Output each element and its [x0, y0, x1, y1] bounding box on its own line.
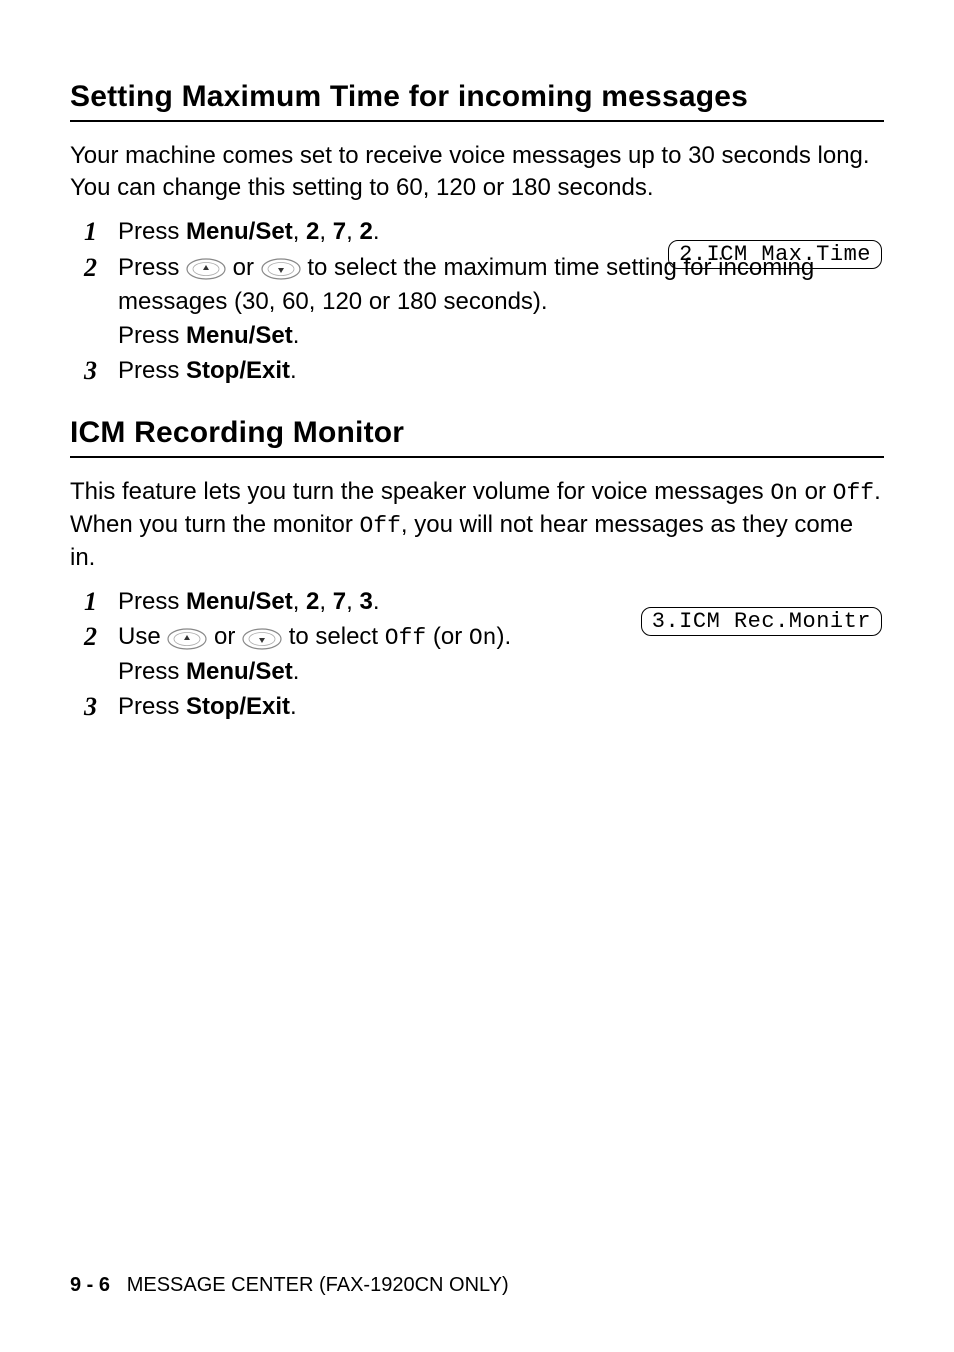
text: ). — [496, 623, 511, 650]
down-arrow-icon — [242, 621, 282, 655]
key-3: 3 — [359, 588, 372, 615]
lcd-display-icm-max-time: 2.ICM Max.Time — [668, 240, 882, 269]
value-off: Off — [359, 513, 400, 539]
key-menuset: Menu/Set — [186, 588, 293, 615]
step-number: 3 — [84, 354, 118, 388]
key-7: 7 — [333, 588, 346, 615]
rule — [70, 456, 884, 458]
rule — [70, 120, 884, 122]
text: Press — [118, 658, 186, 685]
value-on: On — [469, 625, 497, 651]
down-arrow-icon — [261, 251, 301, 285]
page-number: 9 - 6 — [70, 1274, 110, 1296]
text: Press — [118, 588, 186, 615]
value-off: Off — [385, 625, 426, 651]
step-number: 2 — [84, 620, 118, 654]
step-number: 3 — [84, 690, 118, 724]
key-menuset: Menu/Set — [186, 218, 293, 245]
step-3: 3 Press Stop/Exit. — [84, 354, 884, 388]
key-stopexit: Stop/Exit — [186, 357, 290, 384]
up-arrow-icon — [167, 621, 207, 655]
intro-max-time: Your machine comes set to receive voice … — [70, 140, 884, 205]
step-3: 3 Press Stop/Exit. — [84, 690, 884, 724]
value-off: Off — [833, 480, 874, 506]
text: Press — [118, 218, 186, 245]
text: or — [207, 623, 242, 650]
chapter-title: MESSAGE CENTER (FAX-1920CN ONLY) — [127, 1274, 509, 1296]
text: or — [798, 478, 833, 505]
key-7: 7 — [333, 218, 346, 245]
text: Press — [118, 357, 186, 384]
step-number: 1 — [84, 215, 118, 249]
heading-icm-monitor: ICM Recording Monitor — [70, 416, 884, 450]
key-2: 2 — [306, 218, 319, 245]
text: to select — [282, 623, 385, 650]
steps-icm-monitor: 1 Press Menu/Set, 2, 7, 3. 2 Use or to s… — [70, 585, 884, 725]
text: Use — [118, 623, 167, 650]
text: (or — [426, 623, 469, 650]
up-arrow-icon — [186, 251, 226, 285]
key-menuset: Menu/Set — [186, 322, 293, 349]
value-on: On — [770, 480, 798, 506]
key-2b: 2 — [359, 218, 372, 245]
key-stopexit: Stop/Exit — [186, 693, 290, 720]
heading-max-time: Setting Maximum Time for incoming messag… — [70, 80, 884, 114]
text: or — [226, 254, 261, 281]
lcd-display-icm-rec-monitr: 3.ICM Rec.Monitr — [641, 607, 882, 636]
intro-icm-monitor: This feature lets you turn the speaker v… — [70, 476, 884, 574]
key-2: 2 — [306, 588, 319, 615]
text: This feature lets you turn the speaker v… — [70, 478, 770, 505]
step-number: 1 — [84, 585, 118, 619]
text: Press — [118, 254, 186, 281]
step-number: 2 — [84, 251, 118, 285]
text: Press — [118, 693, 186, 720]
text: Press — [118, 322, 186, 349]
page-footer: 9 - 6 MESSAGE CENTER (FAX-1920CN ONLY) — [70, 1274, 509, 1297]
key-menuset: Menu/Set — [186, 658, 293, 685]
